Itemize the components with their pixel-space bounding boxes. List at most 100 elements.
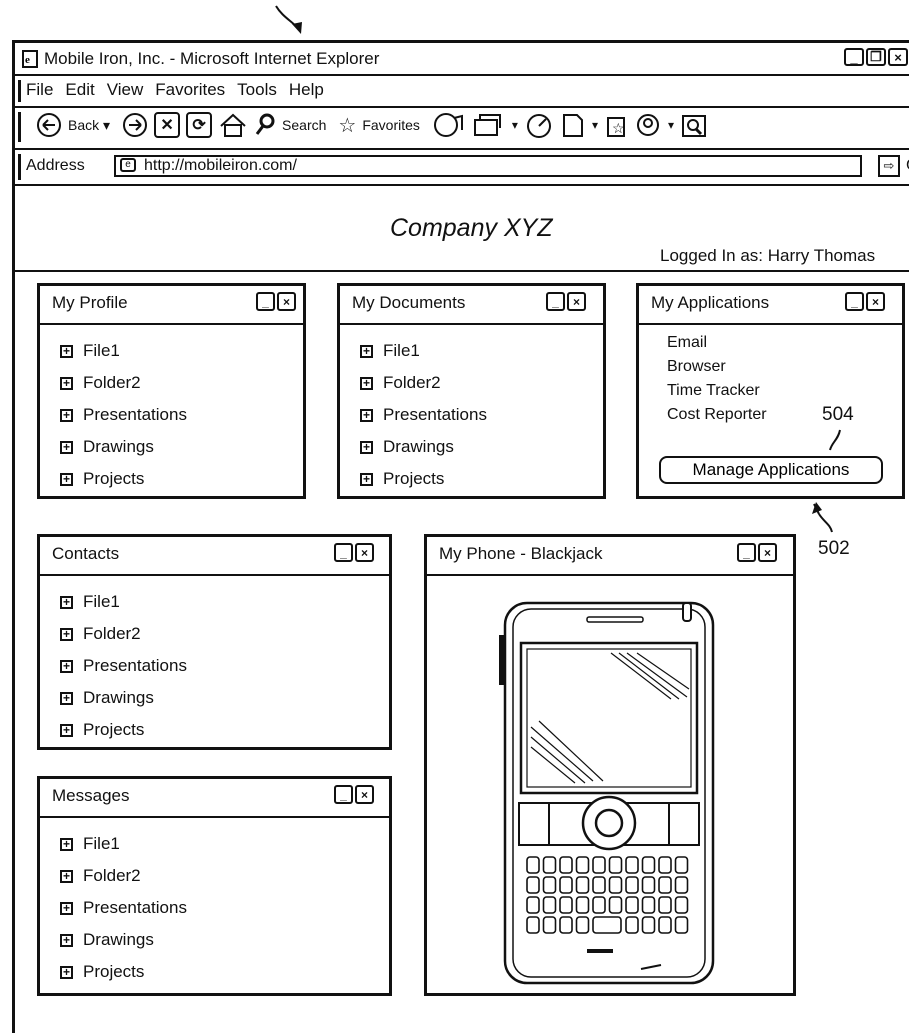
close-icon[interactable]: ×: [277, 292, 296, 311]
back-button[interactable]: Back ▾: [68, 117, 110, 134]
tree-item-label: Folder2: [383, 373, 441, 392]
expand-icon[interactable]: +: [60, 376, 73, 390]
expand-icon[interactable]: +: [60, 901, 73, 915]
minimize-icon[interactable]: _: [546, 292, 565, 311]
tree-item[interactable]: + Presentations: [60, 650, 187, 682]
tree-item-label: Drawings: [383, 437, 454, 456]
dropdown-icon[interactable]: ▾: [668, 118, 674, 132]
ie-page-icon: e: [22, 50, 38, 68]
menu-edit[interactable]: Edit: [65, 80, 94, 100]
expand-icon[interactable]: +: [60, 869, 73, 883]
refresh-icon[interactable]: ⟳: [186, 112, 213, 138]
tree-item[interactable]: + Presentations: [60, 892, 187, 924]
tree-item[interactable]: + Presentations: [360, 399, 487, 431]
menu-view[interactable]: View: [107, 80, 144, 100]
go-arrow-icon[interactable]: ⇨: [878, 155, 900, 177]
dropdown-icon[interactable]: ▾: [592, 118, 598, 132]
minimize-icon[interactable]: _: [334, 543, 353, 562]
expand-icon[interactable]: +: [360, 472, 373, 486]
tree-item[interactable]: + Presentations: [60, 399, 187, 431]
forward-icon[interactable]: [122, 112, 148, 138]
expand-icon[interactable]: +: [360, 376, 373, 390]
minimize-icon[interactable]: _: [844, 48, 864, 66]
star-icon[interactable]: ☆: [338, 113, 356, 138]
tree-item-label: File1: [83, 834, 120, 853]
search-icon[interactable]: [254, 112, 276, 138]
minimize-icon[interactable]: _: [334, 785, 353, 804]
phone-spacebar: [592, 916, 622, 934]
close-icon[interactable]: ×: [355, 543, 374, 562]
expand-icon[interactable]: +: [60, 595, 73, 609]
expand-icon[interactable]: +: [60, 472, 73, 486]
expand-icon[interactable]: +: [360, 408, 373, 422]
application-item-cost-reporter[interactable]: Cost Reporter: [667, 406, 767, 430]
expand-icon[interactable]: +: [60, 344, 73, 358]
search-button[interactable]: Search: [282, 117, 326, 133]
research-icon[interactable]: [680, 112, 716, 138]
menu-tools[interactable]: Tools: [237, 80, 277, 100]
tree-item[interactable]: + Projects: [60, 714, 187, 746]
history-icon[interactable]: [472, 112, 506, 138]
media-icon[interactable]: [432, 112, 466, 138]
back-icon[interactable]: [36, 112, 62, 138]
company-name: Company XYZ: [390, 214, 553, 242]
mail-icon[interactable]: [524, 112, 554, 138]
minimize-icon[interactable]: _: [256, 292, 275, 311]
close-icon[interactable]: ×: [758, 543, 777, 562]
tree-item[interactable]: + Drawings: [60, 682, 187, 714]
close-icon[interactable]: ×: [567, 292, 586, 311]
page-icon[interactable]: [560, 112, 586, 138]
close-icon[interactable]: ×: [888, 48, 908, 66]
menu-favorites[interactable]: Favorites: [155, 80, 225, 100]
application-item-email[interactable]: Email: [667, 334, 767, 358]
phone-key: [542, 896, 557, 914]
tree-item[interactable]: + Projects: [60, 463, 187, 495]
phone-key: [641, 876, 656, 894]
close-icon[interactable]: ×: [355, 785, 374, 804]
tree-item[interactable]: + Folder2: [60, 618, 187, 650]
tree-item[interactable]: + Folder2: [360, 367, 487, 399]
application-item-browser[interactable]: Browser: [667, 358, 767, 382]
menu-file[interactable]: File: [26, 80, 53, 100]
leader-line-icon: [829, 429, 841, 451]
minimize-icon[interactable]: _: [845, 292, 864, 311]
tree-item[interactable]: + Folder2: [60, 860, 187, 892]
favorites-button[interactable]: Favorites: [362, 117, 420, 133]
expand-icon[interactable]: +: [60, 723, 73, 737]
tree-item[interactable]: + Drawings: [360, 431, 487, 463]
expand-icon[interactable]: +: [360, 344, 373, 358]
tree-item[interactable]: + Drawings: [60, 924, 187, 956]
dropdown-icon[interactable]: ▾: [512, 118, 518, 132]
application-item-time-tracker[interactable]: Time Tracker: [667, 382, 767, 406]
tree-item[interactable]: + File1: [60, 335, 187, 367]
expand-icon[interactable]: +: [60, 440, 73, 454]
tree-item[interactable]: + File1: [60, 586, 187, 618]
close-icon[interactable]: ×: [866, 292, 885, 311]
tree-item[interactable]: + Folder2: [60, 367, 187, 399]
minimize-icon[interactable]: _: [737, 543, 756, 562]
expand-icon[interactable]: +: [60, 965, 73, 979]
edit-icon[interactable]: ☆: [604, 112, 630, 138]
tree-item[interactable]: + File1: [360, 335, 487, 367]
expand-icon[interactable]: +: [60, 691, 73, 705]
address-input[interactable]: e http://mobileiron.com/ ▼: [114, 155, 862, 177]
phone-key: [592, 856, 606, 874]
tree-item[interactable]: + Projects: [60, 956, 187, 988]
divider: [40, 574, 389, 576]
tree-item[interactable]: + File1: [60, 828, 187, 860]
tree-item-label: Folder2: [83, 866, 141, 885]
home-icon[interactable]: [218, 112, 248, 138]
expand-icon[interactable]: +: [60, 837, 73, 851]
expand-icon[interactable]: +: [60, 659, 73, 673]
expand-icon[interactable]: +: [360, 440, 373, 454]
menu-help[interactable]: Help: [289, 80, 324, 100]
messenger-icon[interactable]: [636, 112, 662, 138]
expand-icon[interactable]: +: [60, 408, 73, 422]
tree-item[interactable]: + Projects: [360, 463, 487, 495]
expand-icon[interactable]: +: [60, 933, 73, 947]
restore-icon[interactable]: ❐: [866, 48, 886, 66]
stop-icon[interactable]: ✕: [154, 112, 181, 138]
tree-item[interactable]: + Drawings: [60, 431, 187, 463]
manage-applications-button[interactable]: Manage Applications: [659, 456, 883, 484]
expand-icon[interactable]: +: [60, 627, 73, 641]
